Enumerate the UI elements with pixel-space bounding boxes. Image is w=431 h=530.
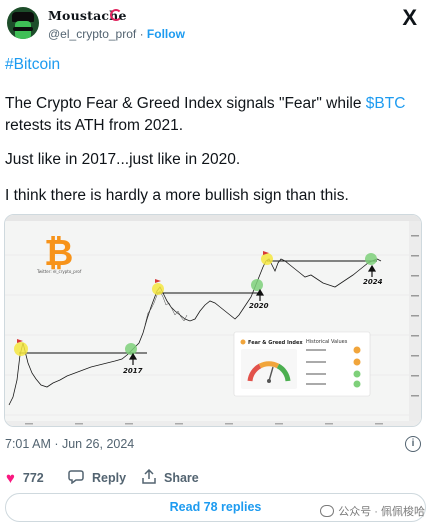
ath-marker-2017 bbox=[14, 342, 28, 356]
reply-icon bbox=[68, 469, 84, 487]
separator-dot: · bbox=[139, 27, 144, 41]
share-button[interactable]: Share bbox=[142, 468, 199, 488]
btc-chart-image: ₿ Twitter: el_crypto_prof 2017 2020 2024… bbox=[5, 215, 421, 426]
svg-text:₿: ₿ bbox=[44, 233, 73, 274]
tweet-timestamp[interactable]: 7:01 AM · Jun 26, 2024 bbox=[5, 437, 134, 451]
x-logo-icon[interactable]: X bbox=[402, 5, 417, 31]
tweet-line-1-text: The Crypto Fear & Greed Index signals "F… bbox=[5, 95, 366, 112]
bitcoin-logo: ₿ bbox=[44, 233, 73, 274]
wechat-icon bbox=[320, 505, 335, 517]
widget-panel-title: Historical Values bbox=[306, 339, 348, 345]
year-label-2020: 2020 bbox=[249, 302, 269, 310]
share-label: Share bbox=[164, 471, 199, 485]
ath-marker-2024 bbox=[261, 253, 273, 265]
like-count: 772 bbox=[22, 471, 44, 485]
retest-marker-2017 bbox=[125, 343, 137, 355]
tweet-media-image[interactable]: ₿ Twitter: el_crypto_prof 2017 2020 2024… bbox=[4, 214, 422, 427]
author-handle[interactable]: @el_crypto_prof bbox=[48, 27, 136, 41]
year-label-2017: 2017 bbox=[123, 367, 143, 375]
reply-label: Reply bbox=[92, 471, 127, 485]
tweet-line-4: I think there is hardly a more bullish s… bbox=[5, 187, 349, 204]
handle-line: @el_crypto_prof · Follow bbox=[48, 27, 185, 41]
tweet-line-1: The Crypto Fear & Greed Index signals "F… bbox=[5, 93, 405, 115]
chart-watermark-text: Twitter: el_crypto_prof bbox=[36, 269, 82, 274]
like-button[interactable]: ♥ 772 bbox=[6, 468, 44, 488]
info-icon[interactable]: i bbox=[405, 436, 421, 452]
tweet-line-2: retests its ATH from 2021. bbox=[5, 117, 184, 134]
bottom-watermark-text: 公众号 · 佩佩梭哈 bbox=[338, 506, 425, 518]
heart-icon: ♥ bbox=[6, 469, 15, 487]
hashtag-line: #Bitcoin bbox=[5, 54, 60, 76]
hashtag-link[interactable]: #Bitcoin bbox=[5, 56, 60, 73]
retest-marker-2024 bbox=[365, 253, 377, 265]
tweet-header: Moustache @el_crypto_prof · Follow X bbox=[0, 0, 431, 48]
share-icon bbox=[142, 468, 156, 487]
tweet-line-3: Just like in 2017...just like in 2020. bbox=[5, 151, 241, 168]
fear-greed-widget: Fear & Greed Index Historical Values bbox=[233, 331, 371, 397]
year-label-2024: 2024 bbox=[363, 278, 383, 286]
follow-link[interactable]: Follow bbox=[147, 27, 185, 41]
ath-marker-2020 bbox=[152, 283, 164, 295]
widget-title: Fear & Greed Index bbox=[248, 340, 303, 346]
cashtag-link[interactable]: $BTC bbox=[366, 95, 406, 112]
action-bar: ♥ 772 Reply Share bbox=[0, 464, 431, 490]
reply-button[interactable]: Reply bbox=[68, 468, 126, 488]
avatar[interactable] bbox=[7, 7, 39, 39]
retest-marker-2020 bbox=[251, 279, 263, 291]
bottom-watermark: 公众号 · 佩佩梭哈 bbox=[320, 503, 425, 519]
magnet-icon bbox=[110, 9, 122, 21]
